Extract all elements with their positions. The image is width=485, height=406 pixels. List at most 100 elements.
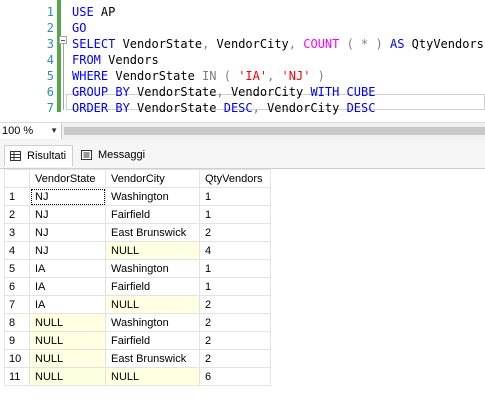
row-number[interactable]: 9 <box>4 331 30 350</box>
line-number: 6 <box>46 85 54 99</box>
table-cell[interactable]: NJ <box>29 241 106 260</box>
code-line[interactable]: GO <box>72 20 86 36</box>
header-row: VendorState VendorCity QtyVendors <box>4 169 271 188</box>
table-cell[interactable]: 4 <box>199 241 271 260</box>
table-row[interactable]: 1 NJ Washington 1 <box>4 187 271 206</box>
code-token: Vendors <box>100 53 159 67</box>
table-row[interactable]: 11 NULL NULL 6 <box>4 367 271 386</box>
table-cell[interactable]: 2 <box>199 349 271 368</box>
code-line[interactable]: WHERE VendorState IN ( 'IA', 'NJ' ) <box>72 68 325 84</box>
table-row[interactable]: 10 NULL East Brunswick 2 <box>4 349 271 368</box>
code-token: DESC <box>223 101 253 115</box>
table-cell[interactable]: 6 <box>199 367 271 386</box>
code-token: VendorCity <box>259 101 347 115</box>
sql-editor[interactable]: 1 USE AP 2 GO 3 SELECT VendorState, VendorCit… <box>0 0 485 120</box>
tab-results[interactable]: Risultati <box>4 145 73 167</box>
line-number: 7 <box>46 101 54 115</box>
row-number[interactable]: 10 <box>4 349 30 368</box>
code-token: ) <box>310 69 325 83</box>
row-number[interactable]: 6 <box>4 277 30 296</box>
tab-messages[interactable]: Messaggi <box>76 145 150 167</box>
code-token: AP <box>93 5 116 19</box>
chevron-down-icon: ▼ <box>50 126 58 135</box>
table-cell[interactable]: 1 <box>199 259 271 278</box>
column-header-qtyvendors[interactable]: QtyVendors <box>199 169 271 188</box>
code-token: 'IA' <box>238 69 268 83</box>
table-row[interactable]: 2 NJ Fairfield 1 <box>4 205 271 224</box>
row-number[interactable]: 2 <box>4 205 30 224</box>
code-token: VendorCity <box>223 85 311 99</box>
table-cell[interactable]: Washington <box>105 259 200 278</box>
table-cell[interactable]: 1 <box>199 277 271 296</box>
table-cell[interactable]: Fairfield <box>105 331 200 350</box>
code-line[interactable]: GROUP BY VendorState, VendorCity WITH CU… <box>72 84 375 100</box>
table-row[interactable]: 9 NULL Fairfield 2 <box>4 331 271 350</box>
code-line[interactable]: USE AP <box>72 4 115 20</box>
results-table: VendorState VendorCity QtyVendors 1 NJ Was… <box>4 169 271 386</box>
table-cell[interactable]: NULL <box>29 313 106 332</box>
line-number: 4 <box>46 53 54 67</box>
results-tab-bar: Risultati Messaggi <box>0 140 485 169</box>
table-cell[interactable]: 1 <box>199 187 271 206</box>
row-number[interactable]: 5 <box>4 259 30 278</box>
change-margin <box>57 0 61 112</box>
code-token: VendorState <box>129 85 217 99</box>
table-cell[interactable]: Washington <box>105 187 200 206</box>
table-cell[interactable]: NULL <box>29 367 106 386</box>
table-cell[interactable]: NJ <box>29 223 106 242</box>
zoom-dropdown[interactable]: 100 % ▼ <box>0 123 62 139</box>
table-cell[interactable]: IA <box>29 259 106 278</box>
table-cell[interactable]: Fairfield <box>105 205 200 224</box>
code-token: VendorState <box>108 69 203 83</box>
table-cell[interactable]: NULL <box>29 349 106 368</box>
code-line[interactable]: FROM Vendors <box>72 52 159 68</box>
row-number[interactable]: 8 <box>4 313 30 332</box>
row-number[interactable]: 4 <box>4 241 30 260</box>
code-line[interactable]: ORDER BY VendorState DESC, VendorCity DE… <box>72 100 375 116</box>
table-cell[interactable]: NJ <box>29 205 106 224</box>
table-cell[interactable]: NULL <box>29 331 106 350</box>
table-row[interactable]: 4 NJ NULL 4 <box>4 241 271 260</box>
collapse-icon[interactable] <box>59 36 67 44</box>
results-grid: VendorState VendorCity QtyVendors 1 NJ Was… <box>0 169 485 406</box>
row-header-corner[interactable] <box>4 169 30 188</box>
table-cell[interactable]: NULL <box>105 367 200 386</box>
table-cell[interactable]: Fairfield <box>105 277 200 296</box>
horizontal-scrollbar[interactable] <box>64 127 485 135</box>
table-cell[interactable]: East Brunswick <box>105 223 200 242</box>
table-row[interactable]: 6 IA Fairfield 1 <box>4 277 271 296</box>
column-header-vendorstate[interactable]: VendorState <box>29 169 106 188</box>
table-row[interactable]: 7 IA NULL 2 <box>4 295 271 314</box>
table-cell[interactable]: 1 <box>199 205 271 224</box>
code-token: DESC <box>346 101 376 115</box>
code-token: USE <box>72 5 94 19</box>
code-token: COUNT <box>303 37 340 51</box>
table-cell[interactable]: NULL <box>105 295 200 314</box>
table-cell[interactable]: IA <box>29 277 106 296</box>
code-token: ORDER BY <box>72 101 130 115</box>
column-header-vendorcity[interactable]: VendorCity <box>105 169 200 188</box>
code-token: QtyVendors <box>404 37 484 51</box>
table-cell[interactable]: NJ <box>29 187 106 206</box>
code-token: IN <box>202 69 217 83</box>
row-number[interactable]: 7 <box>4 295 30 314</box>
row-number[interactable]: 1 <box>4 187 30 206</box>
table-row[interactable]: 3 NJ East Brunswick 2 <box>4 223 271 242</box>
table-cell[interactable]: 2 <box>199 313 271 332</box>
row-number[interactable]: 11 <box>4 367 30 386</box>
table-cell[interactable]: NULL <box>105 241 200 260</box>
code-token: 'NJ' <box>281 69 311 83</box>
table-cell[interactable]: IA <box>29 295 106 314</box>
table-row[interactable]: 5 IA Washington 1 <box>4 259 271 278</box>
code-token: VendorState <box>115 37 203 51</box>
code-line[interactable]: SELECT VendorState, VendorCity, COUNT ( … <box>72 36 484 52</box>
table-cell[interactable]: 2 <box>199 223 271 242</box>
table-row[interactable]: 8 NULL Washington 2 <box>4 313 271 332</box>
messages-icon <box>81 150 92 160</box>
code-token: VendorCity <box>209 37 289 51</box>
table-cell[interactable]: Washington <box>105 313 200 332</box>
table-cell[interactable]: East Brunswick <box>105 349 200 368</box>
table-cell[interactable]: 2 <box>199 331 271 350</box>
table-cell[interactable]: 2 <box>199 295 271 314</box>
row-number[interactable]: 3 <box>4 223 30 242</box>
